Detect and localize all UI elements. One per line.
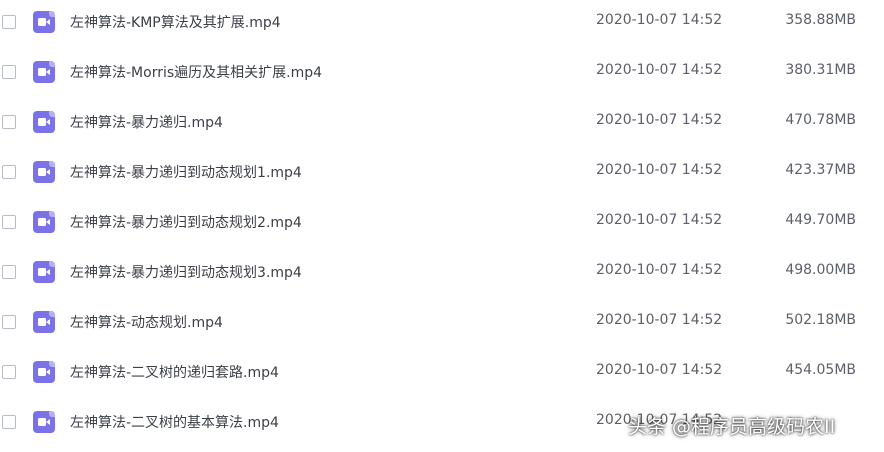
file-row[interactable]: 左神算法-暴力递归到动态规划1.mp4 2020-10-07 14:52 423… xyxy=(0,150,884,200)
file-date: 2020-10-07 14:52 xyxy=(596,62,723,78)
file-size: 502.18MB xyxy=(785,312,856,328)
file-row[interactable]: 左神算法-动态规划.mp4 2020-10-07 14:52 502.18MB xyxy=(0,300,884,350)
file-list: 左神算法-KMP算法及其扩展.mp4 2020-10-07 14:52 358.… xyxy=(0,0,884,450)
row-checkbox[interactable] xyxy=(2,215,16,229)
file-name[interactable]: 左神算法-KMP算法及其扩展.mp4 xyxy=(70,12,281,32)
file-name[interactable]: 左神算法-动态规划.mp4 xyxy=(70,312,223,332)
file-row[interactable]: 左神算法-KMP算法及其扩展.mp4 2020-10-07 14:52 358.… xyxy=(0,0,884,50)
file-name[interactable]: 左神算法-暴力递归到动态规划3.mp4 xyxy=(70,262,302,282)
file-size: 470.78MB xyxy=(785,112,856,128)
file-name[interactable]: 左神算法-暴力递归到动态规划2.mp4 xyxy=(70,212,302,232)
video-file-icon xyxy=(33,311,55,333)
video-file-icon xyxy=(33,111,55,133)
file-date: 2020-10-07 14:52 xyxy=(596,362,723,378)
file-date: 2020-10-07 14:52 xyxy=(596,312,723,328)
video-file-icon xyxy=(33,61,55,83)
row-checkbox[interactable] xyxy=(2,15,16,29)
video-file-icon xyxy=(33,161,55,183)
file-date: 2020-10-07 14:52 xyxy=(596,162,723,178)
file-size: 498.00MB xyxy=(785,262,856,278)
file-date: 2020-10-07 14:52 xyxy=(596,112,723,128)
row-checkbox[interactable] xyxy=(2,415,16,429)
file-row[interactable]: 左神算法-暴力递归.mp4 2020-10-07 14:52 470.78MB xyxy=(0,100,884,150)
file-row[interactable]: 左神算法-二叉树的递归套路.mp4 2020-10-07 14:52 454.0… xyxy=(0,350,884,400)
file-size: 449.70MB xyxy=(785,212,856,228)
file-size: 423.37MB xyxy=(785,162,856,178)
file-row[interactable]: 左神算法-暴力递归到动态规划2.mp4 2020-10-07 14:52 449… xyxy=(0,200,884,250)
file-name[interactable]: 左神算法-Morris遍历及其相关扩展.mp4 xyxy=(70,62,322,82)
file-name[interactable]: 左神算法-暴力递归.mp4 xyxy=(70,112,223,132)
file-name[interactable]: 左神算法-二叉树的递归套路.mp4 xyxy=(70,362,279,382)
file-row[interactable]: 左神算法-暴力递归到动态规划3.mp4 2020-10-07 14:52 498… xyxy=(0,250,884,300)
file-size: 454.05MB xyxy=(785,362,856,378)
watermark: 头条 @程序员高级码农II xyxy=(628,416,836,438)
file-size: 358.88MB xyxy=(785,12,856,28)
video-file-icon xyxy=(33,411,55,433)
row-checkbox[interactable] xyxy=(2,65,16,79)
video-file-icon xyxy=(33,11,55,33)
file-name[interactable]: 左神算法-二叉树的基本算法.mp4 xyxy=(70,412,279,432)
row-checkbox[interactable] xyxy=(2,165,16,179)
video-file-icon xyxy=(33,211,55,233)
row-checkbox[interactable] xyxy=(2,365,16,379)
file-row[interactable]: 左神算法-Morris遍历及其相关扩展.mp4 2020-10-07 14:52… xyxy=(0,50,884,100)
file-size: 380.31MB xyxy=(785,62,856,78)
file-name[interactable]: 左神算法-暴力递归到动态规划1.mp4 xyxy=(70,162,302,182)
row-checkbox[interactable] xyxy=(2,315,16,329)
video-file-icon xyxy=(33,361,55,383)
row-checkbox[interactable] xyxy=(2,265,16,279)
file-date: 2020-10-07 14:52 xyxy=(596,262,723,278)
video-file-icon xyxy=(33,261,55,283)
row-checkbox[interactable] xyxy=(2,115,16,129)
file-date: 2020-10-07 14:52 xyxy=(596,212,723,228)
file-date: 2020-10-07 14:52 xyxy=(596,12,723,28)
